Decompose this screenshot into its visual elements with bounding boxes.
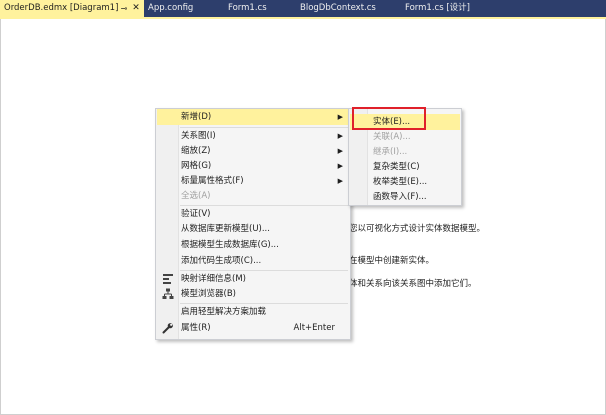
model-browser-icon [162, 288, 174, 299]
menu-item-label: 根据模型生成数据库(G)... [181, 240, 279, 250]
tab-app-config[interactable]: App.config [148, 0, 193, 17]
menu-item-add-new[interactable]: 新增(D) ▶ [157, 109, 349, 125]
active-tab-underline [0, 17, 606, 19]
menu-item-label: 验证(V) [181, 209, 211, 219]
menu-item-add-code-generation-item[interactable]: 添加代码生成项(C)... [157, 253, 349, 269]
submenu-item-complex-type[interactable]: 复杂类型(C) [350, 159, 460, 175]
menu-item-properties[interactable]: 属性(R) Alt+Enter [157, 320, 349, 336]
menu-item-grid[interactable]: 网格(G) ▶ [157, 158, 349, 174]
tab-form1-cs[interactable]: Form1.cs [228, 0, 267, 17]
submenu-arrow-icon: ▶ [337, 177, 343, 185]
tab-label: Form1.cs [设计] [405, 3, 470, 13]
tab-orderdb-edmx[interactable]: OrderDB.edmx [Diagram1] ⊸ ✕ [0, 0, 144, 17]
submenu-arrow-icon: ▶ [337, 147, 343, 155]
wrench-icon [162, 323, 173, 334]
menu-item-label: 函数导入(F)... [373, 192, 427, 202]
menu-item-label: 关联(A)... [373, 132, 411, 142]
document-tab-bar: OrderDB.edmx [Diagram1] ⊸ ✕ App.config F… [0, 0, 606, 17]
menu-item-label: 模型浏览器(B) [181, 289, 236, 299]
menu-item-validate[interactable]: 验证(V) [157, 206, 349, 222]
menu-item-select-all[interactable]: 全选(A) [157, 188, 349, 204]
menu-item-generate-database-from-model[interactable]: 根据模型生成数据库(G)... [157, 237, 349, 253]
canvas-hint: 您以可视化方式设计实体数据模型。 [349, 224, 486, 234]
mapping-details-icon [163, 274, 173, 284]
menu-item-label: 枚举类型(E)... [373, 177, 428, 187]
menu-item-label: 缩放(Z) [181, 146, 211, 156]
tab-blogdbcontext-cs[interactable]: BlogDbContext.cs [300, 0, 376, 17]
menu-item-zoom[interactable]: 缩放(Z) ▶ [157, 143, 349, 159]
menu-item-label: 复杂类型(C) [373, 162, 420, 172]
menu-item-diagram[interactable]: 关系图(I) ▶ [157, 128, 349, 144]
close-icon[interactable]: ✕ [131, 0, 141, 17]
menu-item-label: 添加代码生成项(C)... [181, 256, 262, 266]
menu-item-label: 关系图(I) [181, 131, 216, 141]
canvas-hint: 体和关系向该关系图中添加它们。 [349, 279, 477, 289]
canvas-hint: 在模型中创建新实体。 [349, 256, 435, 266]
submenu-arrow-icon: ▶ [337, 113, 343, 121]
context-menu: 新增(D) ▶ 关系图(I) ▶ 缩放(Z) ▶ 网格(G) ▶ 标量属性格式(… [155, 108, 351, 340]
submenu-item-inheritance[interactable]: 继承(I)... [350, 144, 460, 160]
menu-item-shortcut: Alt+Enter [293, 323, 335, 333]
menu-item-label: 属性(R) [181, 323, 211, 333]
menu-item-label: 网格(G) [181, 161, 212, 171]
menu-item-label: 启用轻型解决方案加载 [181, 307, 267, 317]
menu-item-label: 全选(A) [181, 191, 211, 201]
tab-form1-design[interactable]: Form1.cs [设计] [405, 0, 470, 17]
tab-label: BlogDbContext.cs [300, 3, 376, 13]
submenu-arrow-icon: ▶ [337, 162, 343, 170]
menu-item-label: 继承(I)... [373, 147, 408, 157]
menu-item-update-model-from-database[interactable]: 从数据库更新模型(U)... [157, 221, 349, 237]
pin-icon[interactable]: ⊸ [119, 0, 129, 17]
menu-item-label: 标量属性格式(F) [181, 176, 244, 186]
menu-item-enable-lightweight-solution-load[interactable]: 启用轻型解决方案加载 [157, 304, 349, 320]
tab-label: App.config [148, 3, 194, 13]
annotation-highlight-box [352, 107, 426, 130]
menu-item-mapping-details[interactable]: 映射详细信息(M) [157, 271, 349, 287]
menu-item-label: 从数据库更新模型(U)... [181, 224, 270, 234]
submenu-item-association[interactable]: 关联(A)... [350, 129, 460, 145]
submenu-item-enum-type[interactable]: 枚举类型(E)... [350, 174, 460, 190]
tab-label: Form1.cs [228, 3, 267, 13]
menu-item-label: 新增(D) [181, 112, 212, 122]
menu-item-scalar-property-format[interactable]: 标量属性格式(F) ▶ [157, 173, 349, 189]
menu-item-model-browser[interactable]: 模型浏览器(B) [157, 286, 349, 302]
submenu-item-function-import[interactable]: 函数导入(F)... [350, 189, 460, 205]
menu-item-label: 映射详细信息(M) [181, 274, 246, 284]
tab-label: OrderDB.edmx [Diagram1] [4, 3, 119, 13]
submenu-arrow-icon: ▶ [337, 132, 343, 140]
